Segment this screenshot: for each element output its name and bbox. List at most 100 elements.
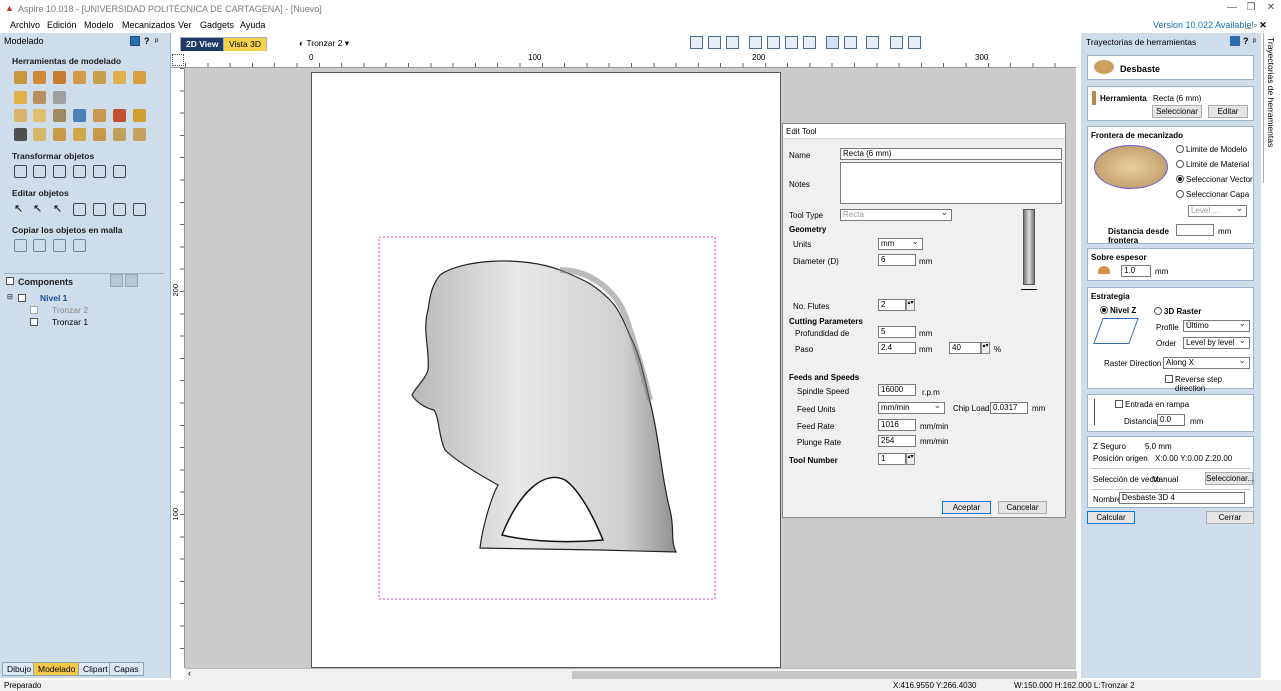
smooth-icon[interactable] — [133, 71, 146, 84]
ungroup-icon[interactable] — [93, 203, 106, 216]
toolpath-name-input[interactable]: Desbaste 3D 4 — [1119, 492, 1245, 504]
chipload-input[interactable]: 0.0317 — [990, 402, 1028, 414]
interactive-select-icon[interactable]: ↖ — [53, 203, 66, 216]
mirror-object-icon[interactable] — [73, 165, 86, 178]
zero-plane-icon[interactable] — [53, 128, 66, 141]
pan-icon[interactable] — [749, 36, 762, 49]
calculate-button[interactable]: Calcular — [1087, 511, 1135, 524]
zoom-out-icon[interactable] — [785, 36, 798, 49]
reset-icon[interactable] — [113, 109, 126, 122]
tronzar1-checkbox[interactable] — [30, 318, 38, 326]
tab-modelado[interactable]: Modelado — [33, 662, 81, 676]
zoom-in-icon[interactable] — [767, 36, 780, 49]
help-icon[interactable]: ? — [144, 36, 150, 46]
fade-icon[interactable] — [113, 71, 126, 84]
units-select[interactable]: mm — [878, 236, 923, 250]
vector-select-button[interactable]: Seleccionar... — [1205, 472, 1254, 485]
minimize-icon[interactable]: — — [1225, 2, 1239, 14]
tab-dibujo[interactable]: Dibujo — [2, 662, 37, 676]
diameter-input[interactable]: 6 — [878, 254, 916, 266]
nesting-icon[interactable] — [73, 239, 86, 252]
node-edit-icon[interactable]: ↖ — [33, 203, 46, 216]
right-help-icon[interactable]: ? — [1243, 36, 1249, 46]
tab-3d-view[interactable]: Vista 3D — [223, 37, 267, 51]
radio-material-limit[interactable] — [1176, 160, 1184, 168]
circular-copy-icon[interactable] — [33, 239, 46, 252]
menu-modelo[interactable]: Modelo — [84, 20, 114, 30]
distance-input[interactable] — [1176, 224, 1214, 236]
two-rail-icon[interactable] — [73, 71, 86, 84]
snap-icon[interactable] — [708, 36, 721, 49]
tool-name-input[interactable]: Recta (6 mm) — [840, 148, 1062, 160]
edit-tool-button[interactable]: Editar — [1208, 105, 1248, 118]
feedrate-input[interactable]: 1016 — [878, 419, 916, 431]
dome-icon[interactable] — [33, 71, 46, 84]
tab-capas[interactable]: Capas — [109, 662, 144, 676]
cancel-button[interactable]: Cancelar — [998, 501, 1047, 514]
mound-icon[interactable] — [113, 128, 126, 141]
shaded-icon[interactable] — [866, 36, 879, 49]
profile-select[interactable]: Último — [1183, 318, 1250, 332]
tab-clipart[interactable]: Clipart — [78, 662, 113, 676]
version-link[interactable]: Version 10.022 Available! — [1153, 20, 1254, 30]
ramp-checkbox[interactable] — [1115, 400, 1123, 408]
select-icon[interactable]: ↖ — [14, 203, 27, 216]
mdi-controls[interactable]: _ ▫ ✕ — [1246, 20, 1267, 31]
texture-icon[interactable] — [33, 128, 46, 141]
trim-icon[interactable] — [113, 203, 126, 216]
distort-icon[interactable] — [33, 91, 46, 104]
arch-icon[interactable] — [73, 128, 86, 141]
component-icon[interactable] — [14, 109, 27, 122]
fit-view-icon[interactable] — [690, 36, 703, 49]
block-copy-icon[interactable] — [14, 239, 27, 252]
remove-icon[interactable] — [125, 274, 138, 287]
add-icon[interactable] — [110, 274, 123, 287]
ramp-distance-input[interactable]: 0.0 — [1157, 414, 1185, 426]
raster-dir-select[interactable]: Along X — [1163, 355, 1250, 369]
radio-select-layer[interactable] — [1176, 190, 1184, 198]
slice-icon[interactable] — [14, 128, 27, 141]
level-checkbox[interactable] — [18, 294, 26, 302]
scroll-thumb[interactable] — [572, 671, 1077, 679]
menu-archivo[interactable]: Archivo — [10, 20, 40, 30]
spindle-input[interactable]: 16000 — [878, 384, 916, 396]
right-pin-icon[interactable] — [1230, 36, 1240, 46]
step-input[interactable]: 2.4 — [878, 342, 916, 354]
collapse-icon[interactable]: ⊟ — [7, 293, 13, 301]
copy-along-icon[interactable] — [53, 239, 66, 252]
menu-mecanizados[interactable]: Mecanizados — [122, 20, 175, 30]
rotate-icon[interactable] — [53, 165, 66, 178]
scale-icon[interactable] — [33, 165, 46, 178]
vertical-toolpaths-tab[interactable]: Trayectorias de herramientas — [1263, 33, 1281, 183]
show-vectors-icon[interactable] — [826, 36, 839, 49]
menu-edicion[interactable]: Edición — [47, 20, 77, 30]
create-texture-icon[interactable] — [14, 91, 27, 104]
group-objects-icon[interactable] — [73, 203, 86, 216]
mirror-icon[interactable] — [53, 109, 66, 122]
radio-model-limit[interactable] — [1176, 145, 1184, 153]
bake-icon[interactable] — [93, 109, 106, 122]
toolnum-input[interactable]: 1 — [878, 453, 906, 465]
layer-selector[interactable]: ◐ Tronzar 2 ▾ — [299, 38, 349, 49]
move-plane-icon[interactable] — [93, 128, 106, 141]
tree-tronzar-2[interactable]: Tronzar 2 — [52, 305, 88, 315]
autohide-icon[interactable]: ᵖ — [155, 36, 158, 46]
align-icon[interactable] — [113, 165, 126, 178]
radio-select-vector[interactable] — [1176, 175, 1184, 183]
sculpt-icon[interactable] — [93, 71, 106, 84]
radio-z-level[interactable] — [1100, 306, 1108, 314]
scroll-left-icon[interactable]: ‹ — [188, 668, 191, 678]
notes-textarea[interactable] — [840, 162, 1062, 204]
components-checkbox[interactable] — [6, 277, 14, 285]
weld-icon[interactable] — [73, 109, 86, 122]
accept-button[interactable]: Aceptar — [942, 501, 991, 514]
tab-2d-view[interactable]: 2D View — [180, 37, 225, 51]
profile-model[interactable] — [370, 230, 730, 610]
extrude-icon[interactable] — [53, 71, 66, 84]
tronzar2-checkbox[interactable] — [30, 306, 38, 314]
zoom-box-icon[interactable] — [803, 36, 816, 49]
tilt-icon[interactable] — [53, 91, 66, 104]
shape-creator-icon[interactable] — [14, 71, 27, 84]
radio-3d-raster[interactable] — [1154, 307, 1162, 315]
pin-icon[interactable] — [130, 36, 140, 46]
